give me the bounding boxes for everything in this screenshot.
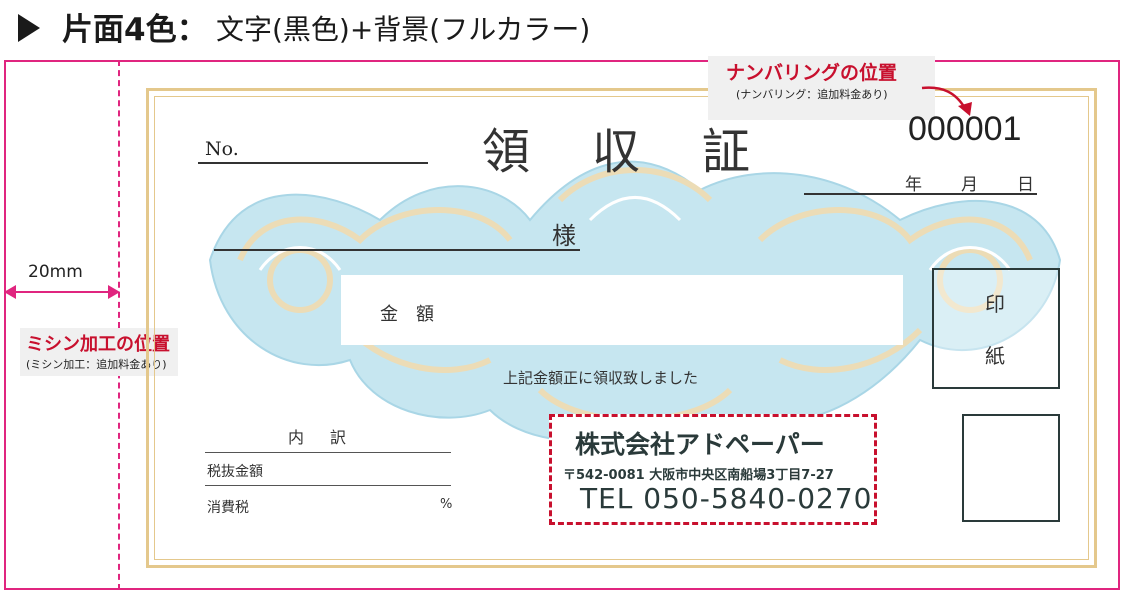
stamp-label-1: 印 bbox=[985, 292, 1005, 316]
date-month: 月 bbox=[961, 175, 978, 195]
stamp-label-2: 紙 bbox=[985, 344, 1005, 368]
numbering-note: ナンバリングの位置 (ナンバリング：追加料金あり) bbox=[708, 56, 935, 120]
date-day: 日 bbox=[1017, 175, 1034, 195]
margin-dimension: 20mm bbox=[28, 262, 83, 282]
breakdown-heading: 内訳 bbox=[288, 428, 373, 447]
perforation-line bbox=[118, 60, 120, 590]
revenue-stamp-box bbox=[932, 268, 1060, 389]
received-statement: 上記金額正に領収致しました bbox=[503, 369, 699, 387]
receipt-number-label: No. bbox=[205, 138, 239, 160]
play-arrow-icon bbox=[18, 14, 40, 42]
company-tel: TEL 050-5840-0270 bbox=[580, 482, 873, 515]
page-subtitle: 文字(黒色)+背景(フルカラー) bbox=[216, 13, 591, 46]
numbering-label: ナンバリングの位置 bbox=[726, 62, 898, 84]
receipt-title: 領収証 bbox=[482, 124, 813, 180]
percent-sign: % bbox=[440, 497, 453, 512]
breakdown-line bbox=[205, 485, 451, 486]
addressee-suffix: 様 bbox=[552, 222, 576, 250]
date-year: 年 bbox=[905, 175, 922, 195]
addressee-line bbox=[214, 249, 580, 251]
excl-tax-label: 税抜金額 bbox=[207, 464, 263, 480]
arrow-left-icon bbox=[4, 285, 16, 299]
amount-label: 金額 bbox=[380, 304, 452, 325]
page-title: 片面4色： bbox=[62, 12, 208, 48]
double-arrow-icon bbox=[8, 291, 116, 293]
receipt-number-line bbox=[198, 162, 428, 164]
breakdown-line bbox=[205, 452, 451, 453]
arrow-right-icon bbox=[108, 285, 120, 299]
company-address: 〒542-0081 大阪市中央区南船場3丁目7-27 bbox=[563, 468, 834, 483]
serial-number: 000001 bbox=[908, 110, 1022, 148]
consumption-tax-label: 消費税 bbox=[207, 500, 249, 516]
company-name: 株式会社アドペーパー bbox=[575, 430, 825, 459]
numbering-fee-note: (ナンバリング：追加料金あり) bbox=[736, 88, 888, 101]
date-line bbox=[804, 193, 1037, 195]
seal-box bbox=[962, 414, 1060, 522]
